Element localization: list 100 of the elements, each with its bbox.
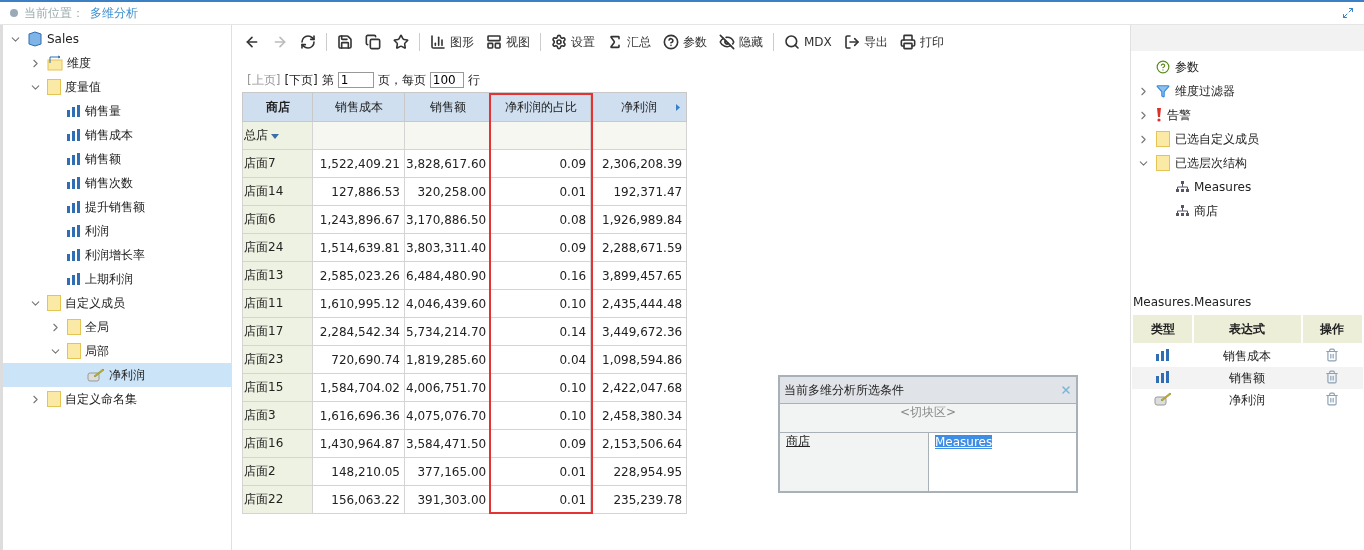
tree-label: 商店 — [1194, 202, 1218, 220]
page-label: 第 — [321, 71, 334, 89]
tree-label: 利润增长率 — [85, 246, 145, 264]
eye-off-icon — [719, 34, 735, 50]
maximize-icon[interactable] — [1342, 7, 1354, 19]
tree-item[interactable]: 维度过滤器 — [1131, 79, 1364, 103]
bar-chart-icon — [1155, 348, 1170, 361]
hierarchy-icon — [1176, 181, 1189, 193]
delete-icon[interactable] — [1325, 347, 1340, 362]
row-header-cell: 店面15 — [242, 373, 313, 402]
bar-chart-icon — [67, 249, 81, 261]
tree-item[interactable]: 已选自定义成员 — [1131, 127, 1364, 151]
tree-item[interactable]: 上期利润 — [3, 267, 231, 291]
tree-item[interactable]: 自定义成员 — [3, 291, 231, 315]
row-header-cell: 店面14 — [242, 177, 313, 206]
tree-label: 参数 — [1175, 58, 1199, 76]
tree-item[interactable]: 销售额 — [3, 147, 231, 171]
tree-item[interactable]: 局部 — [3, 339, 231, 363]
save-button[interactable] — [335, 32, 355, 52]
tree-label: 维度过滤器 — [1175, 82, 1235, 100]
column-header[interactable]: 净利润 — [590, 92, 687, 122]
toolbar-button[interactable]: 图形 — [428, 31, 476, 53]
folder-icon — [1156, 155, 1170, 171]
breadcrumb-label: 当前位置： — [24, 4, 84, 22]
delete-icon[interactable] — [1325, 369, 1340, 384]
tree-item[interactable]: 销售成本 — [3, 123, 231, 147]
bar-chart-icon — [67, 129, 81, 141]
table-cell: 销售额 — [1193, 367, 1302, 389]
tree-item[interactable]: 参数 — [1131, 55, 1364, 79]
column-header[interactable]: 商店 — [242, 92, 313, 122]
layout-icon — [486, 34, 502, 50]
toolbar-button[interactable]: MDX — [782, 32, 834, 52]
per-page-field[interactable]: 100 — [429, 72, 464, 88]
tree-item[interactable]: 利润 — [3, 219, 231, 243]
table-cell: 391,303.00 — [404, 485, 491, 514]
section-title: Measures.Measures — [1132, 295, 1253, 309]
tree-item[interactable]: 商店 — [1131, 199, 1364, 223]
tree-item[interactable]: 全局 — [3, 315, 231, 339]
bar-chart-icon — [67, 153, 81, 165]
document-button[interactable] — [363, 32, 383, 52]
level-member-cell[interactable]: 总店 — [242, 121, 313, 150]
table-cell: 1,430,964.87 — [312, 429, 405, 458]
table-cell: 5,734,214.70 — [404, 317, 491, 346]
row-header-cell: 店面2 — [242, 457, 313, 486]
next-page-link[interactable]: [下页] — [284, 71, 318, 89]
bullet-icon — [10, 9, 18, 17]
table-cell: 720,690.74 — [312, 345, 405, 374]
delete-icon[interactable] — [1325, 391, 1340, 406]
table-cell: 4,075,076.70 — [404, 401, 491, 430]
star-button[interactable] — [391, 32, 411, 52]
refresh-button[interactable] — [298, 32, 318, 52]
row-axis-item[interactable]: 商店 — [780, 432, 816, 450]
breadcrumb-link[interactable]: 多维分析 — [90, 4, 138, 22]
page-field[interactable]: 1 — [337, 72, 374, 88]
column-header[interactable]: 销售成本 — [312, 92, 405, 122]
table-cell: 1,610,995.12 — [312, 289, 405, 318]
tree-item[interactable]: 销售次数 — [3, 171, 231, 195]
tree-item[interactable]: 提升销售额 — [3, 195, 231, 219]
column-header[interactable]: 净利润的占比 — [490, 92, 591, 122]
tree-item[interactable]: 维度 — [3, 51, 231, 75]
tree-item[interactable]: 净利润 — [3, 363, 231, 387]
toolbar-button[interactable]: 打印 — [897, 31, 946, 53]
tree-label: 度量值 — [65, 78, 101, 96]
tree-item[interactable]: Sales — [3, 27, 231, 51]
toolbar-button[interactable]: 参数 — [661, 31, 709, 53]
column-header[interactable]: 销售额 — [404, 92, 491, 122]
settings-icon — [551, 34, 567, 50]
toolbar-button[interactable]: 导出 — [841, 31, 890, 53]
pencil-box-icon — [87, 368, 105, 382]
table-cell: 377,165.00 — [404, 457, 491, 486]
tree-item[interactable]: 度量值 — [3, 75, 231, 99]
expand-right-icon[interactable] — [676, 104, 681, 111]
column-header: 类型 — [1132, 314, 1193, 344]
tree-item[interactable]: 利润增长率 — [3, 243, 231, 267]
help-icon — [663, 34, 679, 50]
toolbar-button[interactable]: 视图 — [484, 31, 532, 53]
table-cell: 1,819,285.60 — [404, 345, 491, 374]
toolbar-button[interactable]: 隐藏 — [717, 31, 765, 53]
toolbar-button[interactable]: 汇总 — [605, 31, 653, 53]
tree-item[interactable]: 告警 — [1131, 103, 1364, 127]
table-cell: 148,210.05 — [312, 457, 405, 486]
tree-item[interactable]: Measures — [1131, 175, 1364, 199]
table-cell: 3,584,471.50 — [404, 429, 491, 458]
table-cell: 3,170,886.50 — [404, 205, 491, 234]
row-header-cell: 店面7 — [242, 149, 313, 178]
tree-label: 提升销售额 — [85, 198, 145, 216]
table-cell: 6,484,480.90 — [404, 261, 491, 290]
table-cell: 2,585,023.26 — [312, 261, 405, 290]
toolbar-button[interactable]: 设置 — [549, 31, 597, 53]
tree-item[interactable]: 已选层次结构 — [1131, 151, 1364, 175]
bar-chart-icon — [67, 273, 81, 285]
sigma-icon — [607, 34, 623, 50]
per-page-label: 页，每页 — [377, 71, 426, 89]
tree-item[interactable]: 销售量 — [3, 99, 231, 123]
tree-label: 上期利润 — [85, 270, 133, 288]
bar-chart-icon — [67, 105, 81, 117]
table-cell: 1,584,704.02 — [312, 373, 405, 402]
tree-label: Sales — [47, 32, 79, 46]
tree-item[interactable]: 自定义命名集 — [3, 387, 231, 411]
caret-down-icon[interactable] — [271, 134, 279, 139]
